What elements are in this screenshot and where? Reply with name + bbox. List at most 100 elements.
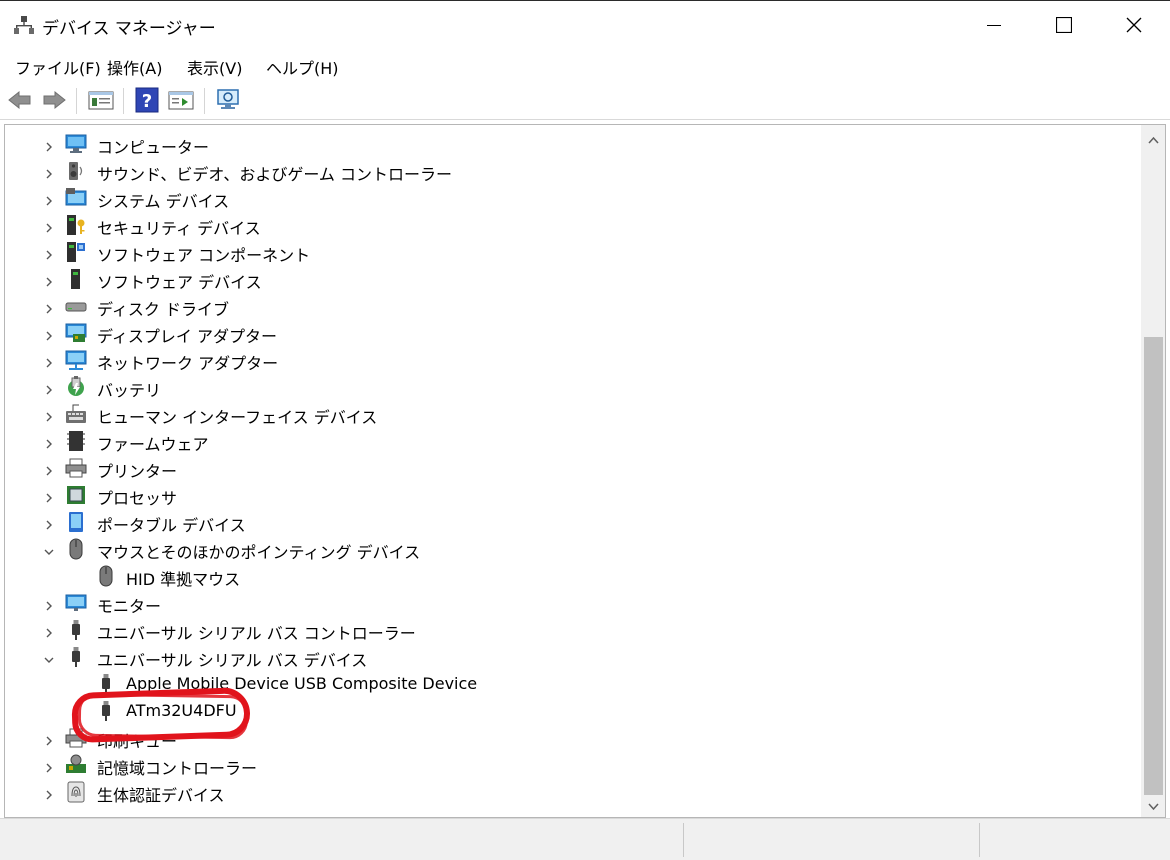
tree-category-row[interactable]: サウンド、ビデオ、およびゲーム コントローラー <box>5 157 1135 184</box>
scrollbar-thumb[interactable] <box>1144 337 1163 795</box>
usb-icon <box>65 619 87 641</box>
printer-icon <box>65 457 87 479</box>
vertical-scrollbar[interactable] <box>1141 124 1166 818</box>
chevron-right-icon[interactable] <box>43 300 55 314</box>
tree-item-label: ユニバーサル シリアル バス デバイス <box>97 651 368 670</box>
tree-category-row[interactable]: ヒューマン インターフェイス デバイス <box>5 400 1135 427</box>
toolbar-separator <box>76 88 77 114</box>
tree-item-label: モニター <box>97 597 162 616</box>
tree-item-label: バッテリ <box>97 381 162 400</box>
tree-category-row[interactable]: モニター <box>5 589 1135 616</box>
tree-category-row[interactable]: ディスク ドライブ <box>5 292 1135 319</box>
minimize-button[interactable] <box>960 1 1028 49</box>
tree-item-label: 記憶域コントローラー <box>97 759 258 778</box>
software-device-icon <box>65 268 87 290</box>
tree-device-row[interactable]: HID 準拠マウス <box>5 562 1135 589</box>
mouse-icon <box>95 565 117 587</box>
scroll-up-icon[interactable] <box>1147 132 1160 145</box>
help-icon[interactable]: ? <box>133 86 161 114</box>
status-separator <box>979 823 980 857</box>
tree-item-label: ネットワーク アダプター <box>97 354 279 373</box>
chevron-right-icon[interactable] <box>43 462 55 476</box>
tree-category-row[interactable]: 記憶域コントローラー <box>5 751 1135 778</box>
security-device-icon <box>65 214 87 236</box>
tree-item-label: サウンド、ビデオ、およびゲーム コントローラー <box>97 165 453 184</box>
red-highlight-annotation-stroke <box>77 692 249 740</box>
chevron-down-icon[interactable] <box>43 543 55 555</box>
tree-item-label: ヒューマン インターフェイス デバイス <box>97 408 378 427</box>
tree-category-row[interactable]: マウスとそのほかのポインティング デバイス <box>5 535 1135 562</box>
tree-category-row[interactable]: ユニバーサル シリアル バス デバイス <box>5 643 1135 670</box>
chevron-right-icon[interactable] <box>43 219 55 233</box>
chevron-right-icon[interactable] <box>43 435 55 449</box>
chevron-right-icon[interactable] <box>43 246 55 260</box>
storage-controller-icon <box>65 754 87 776</box>
chevron-right-icon[interactable] <box>43 624 55 638</box>
chevron-right-icon[interactable] <box>43 327 55 341</box>
view-icon[interactable] <box>167 86 195 114</box>
chevron-right-icon[interactable] <box>43 192 55 206</box>
tree-category-row[interactable]: ファームウェア <box>5 427 1135 454</box>
scroll-down-icon[interactable] <box>1147 798 1160 811</box>
tree-item-label: システム デバイス <box>97 192 230 211</box>
status-bar <box>0 818 1170 860</box>
tree-category-row[interactable]: システム デバイス <box>5 184 1135 211</box>
menu-help[interactable]: ヘルプ(H) <box>266 55 339 79</box>
properties-icon[interactable] <box>87 86 115 114</box>
tree-item-label: マウスとそのほかのポインティング デバイス <box>97 543 421 562</box>
tree-category-row[interactable]: コンピューター <box>5 130 1135 157</box>
tree-category-row[interactable]: ポータブル デバイス <box>5 508 1135 535</box>
software-component-icon <box>65 241 87 263</box>
chevron-right-icon[interactable] <box>43 732 55 746</box>
tree-category-row[interactable]: 生体認証デバイス <box>5 778 1135 805</box>
toolbar: ? <box>0 82 1170 120</box>
status-separator <box>683 823 684 857</box>
computer-icon <box>65 133 87 155</box>
menu-action[interactable]: 操作(A) <box>107 55 162 79</box>
disk-drive-icon <box>65 295 87 317</box>
tree-category-row[interactable]: ソフトウェア コンポーネント <box>5 238 1135 265</box>
menu-file[interactable]: ファイル(F) <box>15 55 101 79</box>
tree-item-label: ソフトウェア デバイス <box>97 273 262 292</box>
chevron-right-icon[interactable] <box>43 381 55 395</box>
display-adapter-icon <box>65 322 87 344</box>
tree-item-label: ディスプレイ アダプター <box>97 327 277 346</box>
tree-item-label: ディスク ドライブ <box>97 300 229 319</box>
chevron-right-icon[interactable] <box>43 165 55 179</box>
scan-hardware-icon[interactable] <box>215 86 243 114</box>
forward-icon[interactable] <box>40 86 68 114</box>
chevron-right-icon[interactable] <box>43 354 55 368</box>
battery-icon <box>65 376 87 398</box>
back-icon[interactable] <box>6 86 34 114</box>
maximize-button[interactable] <box>1030 1 1098 49</box>
chevron-right-icon[interactable] <box>43 273 55 287</box>
chevron-right-icon[interactable] <box>43 138 55 152</box>
tree-category-row[interactable]: ディスプレイ アダプター <box>5 319 1135 346</box>
tree-category-row[interactable]: バッテリ <box>5 373 1135 400</box>
toolbar-separator <box>204 88 205 114</box>
menu-bar: ファイル(F) 操作(A) 表示(V) ヘルプ(H) <box>0 48 1170 82</box>
tree-item-label: セキュリティ デバイス <box>97 219 261 238</box>
chevron-right-icon[interactable] <box>43 597 55 611</box>
toolbar-separator <box>123 88 124 114</box>
chevron-right-icon[interactable] <box>43 759 55 773</box>
tree-category-row[interactable]: プロセッサ <box>5 481 1135 508</box>
tree-category-row[interactable]: ネットワーク アダプター <box>5 346 1135 373</box>
window-title: デバイス マネージャー <box>42 19 216 39</box>
chevron-right-icon[interactable] <box>43 786 55 800</box>
chevron-right-icon[interactable] <box>43 516 55 530</box>
speaker-icon <box>65 160 87 182</box>
chevron-down-icon[interactable] <box>43 651 55 663</box>
close-button[interactable] <box>1100 1 1168 49</box>
tree-category-row[interactable]: ユニバーサル シリアル バス コントローラー <box>5 616 1135 643</box>
chevron-right-icon[interactable] <box>43 489 55 503</box>
monitor-icon <box>65 592 87 614</box>
chevron-right-icon[interactable] <box>43 408 55 422</box>
tree-category-row[interactable]: ソフトウェア デバイス <box>5 265 1135 292</box>
portable-device-icon <box>65 511 87 533</box>
tree-category-row[interactable]: セキュリティ デバイス <box>5 211 1135 238</box>
tree-category-row[interactable]: プリンター <box>5 454 1135 481</box>
tree-item-label: コンピューター <box>97 138 210 157</box>
tree-item-label: HID 準拠マウス <box>126 570 241 589</box>
menu-view[interactable]: 表示(V) <box>187 55 242 79</box>
